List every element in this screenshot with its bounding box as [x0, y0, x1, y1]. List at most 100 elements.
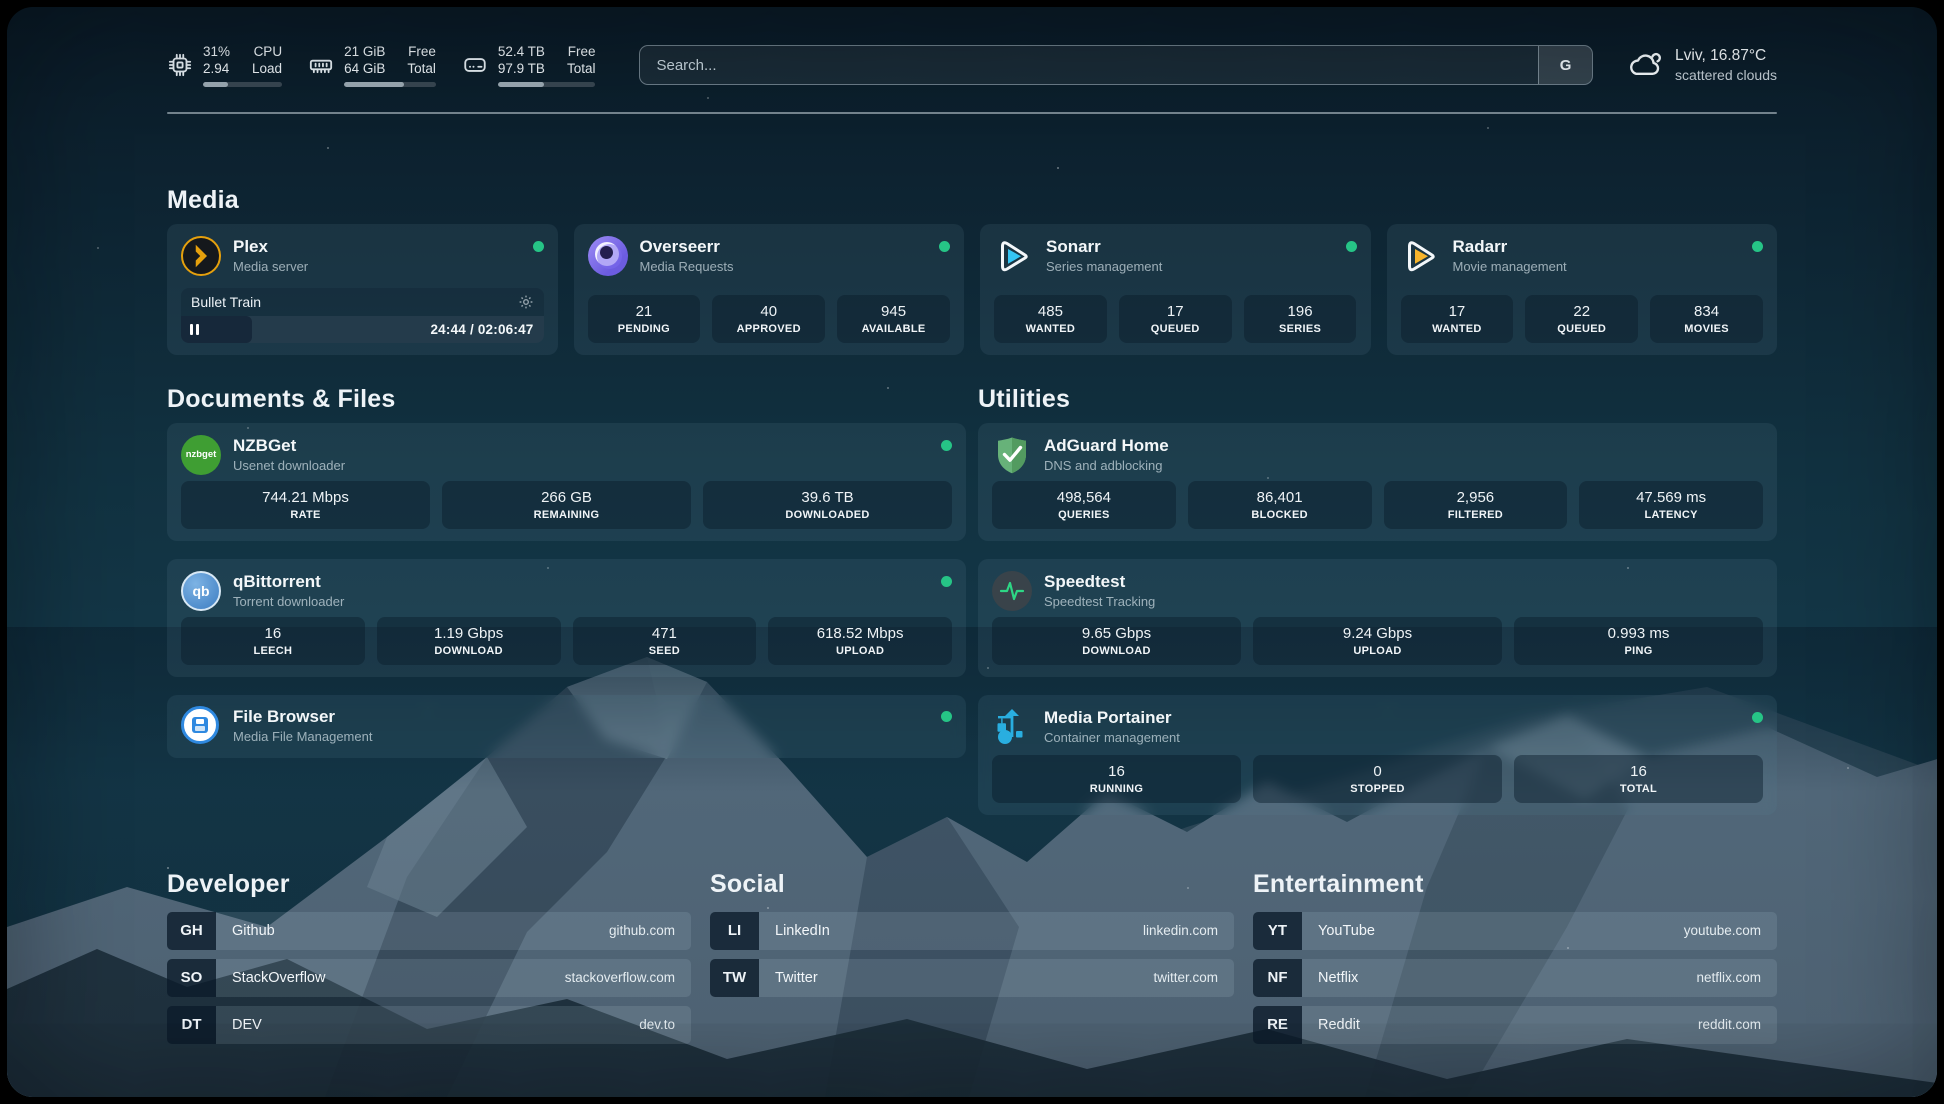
speedtest-icon — [992, 571, 1032, 611]
stat-box: 17 QUEUED — [1119, 295, 1232, 343]
service-title: File Browser — [233, 706, 372, 727]
service-card-plex[interactable]: Plex Media server Bullet Train — [167, 224, 558, 355]
memory-free-label: Free — [408, 43, 436, 60]
plex-icon — [181, 236, 221, 276]
bookmark-reddit[interactable]: RE Reddit reddit.com — [1253, 1006, 1777, 1044]
stat-box: 945 AVAILABLE — [837, 295, 950, 343]
search-bar[interactable]: G — [639, 45, 1593, 85]
search-input[interactable] — [640, 46, 1538, 84]
search-engine-label: G — [1560, 57, 1572, 74]
memory-progress-track — [344, 82, 436, 87]
bookmark-github[interactable]: GH Github github.com — [167, 912, 691, 950]
stat-box: 0 STOPPED — [1253, 755, 1502, 803]
cpu-usage-label: CPU — [254, 43, 283, 60]
utilities-section-title: Utilities — [978, 385, 1777, 414]
pause-icon[interactable] — [190, 324, 199, 335]
disk-progress-track — [498, 82, 596, 87]
cloud-icon — [1623, 48, 1663, 82]
service-card-nzbget[interactable]: nzbget NZBGet Usenet downloader 744.21 M… — [167, 423, 966, 541]
service-title: qBittorrent — [233, 571, 344, 592]
social-section-title: Social — [710, 870, 1234, 899]
cpu-load-value: 2.94 — [203, 60, 230, 77]
memory-stat: 21 GiB 64 GiB Free Total — [308, 43, 436, 87]
qbittorrent-icon: qb — [181, 571, 221, 611]
overseerr-icon — [588, 236, 628, 276]
service-title: Speedtest — [1044, 571, 1155, 592]
memory-progress-fill — [344, 82, 404, 87]
service-card-overseerr[interactable]: Overseerr Media Requests 21 PENDING 40 A… — [574, 224, 965, 355]
service-card-sonarr[interactable]: Sonarr Series management 485 WANTED 17 Q… — [980, 224, 1371, 355]
status-online-dot — [1752, 712, 1763, 723]
bookmark-stackoverflow[interactable]: SO StackOverflow stackoverflow.com — [167, 959, 691, 997]
status-online-dot — [1752, 241, 1763, 252]
utilities-column: Utilities AdGuard Home — [978, 385, 1777, 815]
bookmark-dev[interactable]: DT DEV dev.to — [167, 1006, 691, 1044]
topbar-divider — [167, 112, 1777, 114]
bookmarks-entertainment-section: Entertainment YT YouTube youtube.com NF … — [1253, 870, 1777, 1044]
bookmark-youtube[interactable]: YT YouTube youtube.com — [1253, 912, 1777, 950]
status-online-dot — [1346, 241, 1357, 252]
service-card-portainer[interactable]: Media Portainer Container management 16 … — [978, 695, 1777, 815]
documents-section-title: Documents & Files — [167, 385, 966, 414]
service-card-adguard[interactable]: AdGuard Home DNS and adblocking 498,564 … — [978, 423, 1777, 541]
service-subtitle: Torrent downloader — [233, 593, 344, 610]
service-title: NZBGet — [233, 435, 345, 456]
service-subtitle: Media server — [233, 258, 308, 275]
service-subtitle: Usenet downloader — [233, 457, 345, 474]
service-title: Sonarr — [1046, 236, 1162, 257]
cpu-progress-track — [203, 82, 282, 87]
stat-box: 196 SERIES — [1244, 295, 1357, 343]
documents-column: Documents & Files nzbget NZBGet Usenet d… — [167, 385, 966, 758]
nzbget-icon: nzbget — [181, 435, 221, 475]
top-bar: 31% 2.94 CPU Load — [167, 43, 1777, 87]
service-title: Media Portainer — [1044, 707, 1180, 728]
stat-box: 1.19 Gbps DOWNLOAD — [377, 617, 561, 665]
status-online-dot — [533, 241, 544, 252]
stat-box: 39.6 TB DOWNLOADED — [703, 481, 952, 529]
bookmark-twitter[interactable]: TW Twitter twitter.com — [710, 959, 1234, 997]
service-title: Radarr — [1453, 236, 1567, 257]
stat-box: 17 WANTED — [1401, 295, 1514, 343]
service-card-radarr[interactable]: Radarr Movie management 17 WANTED 22 QUE… — [1387, 224, 1778, 355]
stat-box: 16 TOTAL — [1514, 755, 1763, 803]
status-online-dot — [941, 440, 952, 451]
dashboard-root: 31% 2.94 CPU Load — [7, 7, 1937, 1097]
bookmarks-social-section: Social LI LinkedIn linkedin.com TW Twitt… — [710, 870, 1234, 1044]
stat-box: 0.993 ms PING — [1514, 617, 1763, 665]
cpu-load-label: Load — [252, 60, 282, 77]
adguard-icon — [992, 435, 1032, 475]
service-card-filebrowser[interactable]: File Browser Media File Management — [167, 695, 966, 758]
stat-box: 744.21 Mbps RATE — [181, 481, 430, 529]
settings-icon[interactable] — [518, 294, 534, 310]
stat-box: 834 MOVIES — [1650, 295, 1763, 343]
service-subtitle: Series management — [1046, 258, 1162, 275]
search-engine-button[interactable]: G — [1538, 46, 1592, 84]
service-card-qbittorrent[interactable]: qb qBittorrent Torrent downloader 16 LEE… — [167, 559, 966, 677]
playback-time: 24:44 / 02:06:47 — [430, 316, 533, 343]
entertainment-section-title: Entertainment — [1253, 870, 1777, 899]
service-card-speedtest[interactable]: Speedtest Speedtest Tracking 9.65 Gbps D… — [978, 559, 1777, 677]
bookmark-netflix[interactable]: NF Netflix netflix.com — [1253, 959, 1777, 997]
service-subtitle: DNS and adblocking — [1044, 457, 1169, 474]
stat-box: 266 GB REMAINING — [442, 481, 691, 529]
memory-total-value: 64 GiB — [344, 60, 385, 77]
disk-icon — [462, 52, 488, 78]
bookmark-linkedin[interactable]: LI LinkedIn linkedin.com — [710, 912, 1234, 950]
stat-box: 40 APPROVED — [712, 295, 825, 343]
media-section-title: Media — [167, 186, 1777, 215]
weather-condition: scattered clouds — [1675, 66, 1777, 84]
memory-total-label: Total — [407, 60, 436, 77]
weather-widget[interactable]: Lviv, 16.87°C scattered clouds — [1623, 46, 1777, 84]
cpu-usage-value: 31% — [203, 43, 230, 60]
stat-box: 9.24 Gbps UPLOAD — [1253, 617, 1502, 665]
disk-free-value: 52.4 TB — [498, 43, 545, 60]
service-subtitle: Container management — [1044, 729, 1180, 746]
stat-box: 21 PENDING — [588, 295, 701, 343]
playback-progress-bar[interactable]: 24:44 / 02:06:47 — [181, 316, 544, 343]
disk-free-label: Free — [568, 43, 596, 60]
stat-box: 47.569 ms LATENCY — [1579, 481, 1763, 529]
stat-box: 86,401 BLOCKED — [1188, 481, 1372, 529]
stat-box: 22 QUEUED — [1525, 295, 1638, 343]
media-cards-row: Plex Media server Bullet Train — [167, 224, 1777, 355]
status-online-dot — [941, 711, 952, 722]
